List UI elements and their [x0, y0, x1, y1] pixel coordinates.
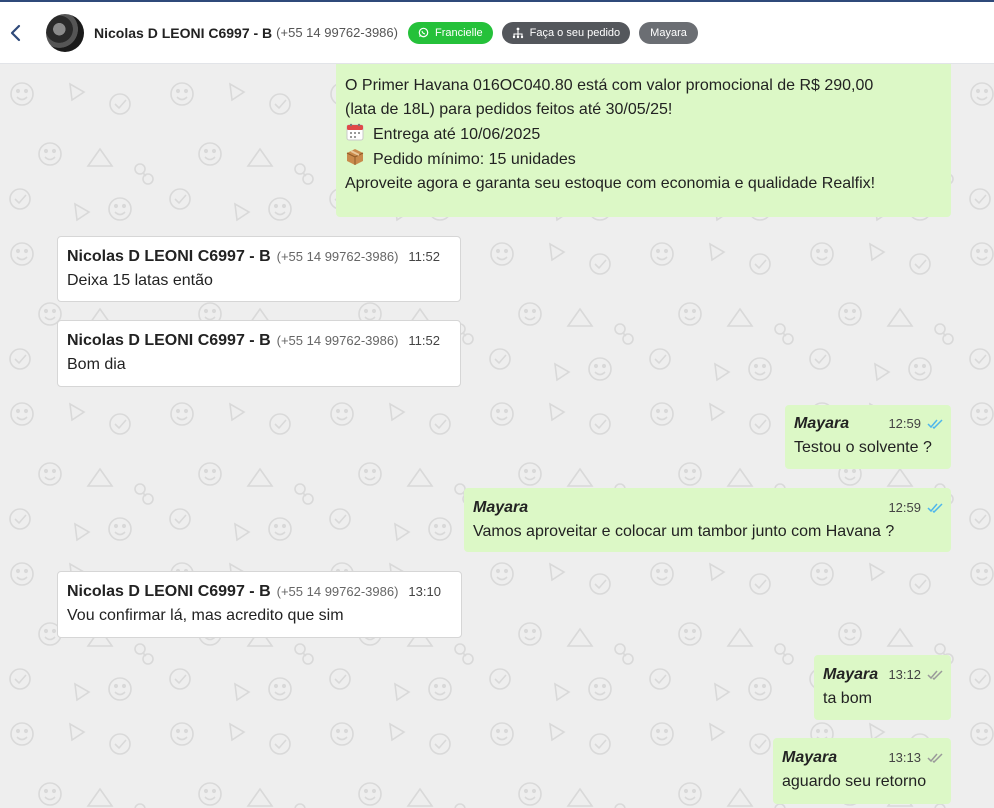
agent-tag[interactable]: Mayara [639, 21, 698, 44]
calendar-icon [346, 123, 364, 141]
message-time: 13:10 [408, 584, 441, 599]
sender-phone: (+55 14 99762-3986) [276, 333, 399, 348]
sender-name: Mayara [473, 499, 529, 516]
incoming-message[interactable]: Nicolas D LEONI C6997 - B (+55 14 99762-… [57, 571, 462, 638]
whatsapp-channel-tag[interactable]: Francielle [407, 21, 493, 44]
sender-phone: (+55 14 99762-3986) [276, 584, 399, 599]
sender-name: Mayara [794, 415, 850, 432]
message-text: aguardo seu retorno [782, 773, 927, 790]
message-header: Mayara 12:59 [473, 496, 943, 520]
promo-line-3: Entrega até 10/06/2025 [345, 122, 943, 147]
message-text: ta bom [823, 690, 872, 707]
chevron-left-icon [10, 24, 21, 41]
message-header: Mayara 13:12 [823, 663, 943, 687]
network-icon [512, 27, 523, 38]
message-header: Nicolas D LEONI C6997 - B (+55 14 99762-… [67, 580, 452, 604]
agent-tag-label: Mayara [650, 26, 687, 39]
order-tag-label: Faça o seu pedido [529, 26, 621, 39]
outgoing-message[interactable]: Mayara 13:13 aguardo seu retorno [773, 738, 951, 804]
message-text: Bom dia [67, 356, 126, 373]
double-check-gray-icon [927, 670, 943, 680]
message-time: 13:12 [888, 667, 921, 682]
promo-message[interactable]: O Primer Havana 016OC040.80 está com val… [336, 64, 951, 217]
contact-phone: (+55 14 99762-3986) [276, 25, 398, 40]
sender-name: Nicolas D LEONI C6997 - B [67, 332, 271, 349]
double-check-blue-icon [927, 419, 943, 429]
contact-name: Nicolas D LEONI C6997 - B [94, 24, 273, 41]
promo-line-2: (lata de 18L) para pedidos feitos até 30… [345, 101, 673, 118]
message-time: 12:59 [888, 500, 921, 515]
outgoing-message[interactable]: Mayara 12:59 Testou o solvente ? [785, 405, 951, 469]
message-time: 12:59 [888, 416, 921, 431]
sender-name: Nicolas D LEONI C6997 - B [67, 583, 271, 600]
message-header: Nicolas D LEONI C6997 - B (+55 14 99762-… [67, 245, 451, 269]
message-time: 11:52 [408, 249, 440, 264]
message-header: Mayara 12:59 [794, 412, 943, 436]
promo-line-4: Pedido mínimo: 15 unidades [345, 147, 943, 172]
double-check-blue-icon [927, 503, 943, 513]
message-header: Mayara 13:13 [782, 746, 943, 770]
whatsapp-icon [418, 27, 429, 38]
double-check-gray-icon [927, 753, 943, 763]
message-text: Testou o solvente ? [794, 439, 932, 456]
promo-line-1: O Primer Havana 016OC040.80 está com val… [345, 77, 874, 94]
chat-header: Nicolas D LEONI C6997 - B (+55 14 99762-… [0, 0, 994, 64]
message-time: 13:13 [888, 750, 921, 765]
promo-delivery-text: Entrega até 10/06/2025 [373, 126, 541, 143]
promo-minimum-text: Pedido mínimo: 15 unidades [373, 151, 576, 168]
whatsapp-tag-label: Francielle [434, 26, 483, 39]
message-header: Nicolas D LEONI C6997 - B (+55 14 99762-… [67, 329, 451, 353]
order-tag[interactable]: Faça o seu pedido [501, 21, 631, 44]
message-time: 11:52 [408, 333, 440, 348]
back-button[interactable] [0, 17, 32, 49]
incoming-message[interactable]: Nicolas D LEONI C6997 - B (+55 14 99762-… [57, 320, 461, 387]
message-text: Deixa 15 latas então [67, 272, 213, 289]
sender-phone: (+55 14 99762-3986) [276, 249, 399, 264]
sender-name: Mayara [823, 666, 879, 683]
promo-line-5: Aproveite agora e garanta seu estoque co… [345, 175, 876, 192]
chat-area[interactable]: O Primer Havana 016OC040.80 está com val… [0, 64, 994, 808]
sender-name: Mayara [782, 749, 838, 766]
outgoing-message[interactable]: Mayara 13:12 ta bom [814, 655, 951, 720]
package-icon [346, 149, 364, 165]
sender-name: Nicolas D LEONI C6997 - B [67, 248, 271, 265]
message-text: Vamos aproveitar e colocar um tambor jun… [473, 523, 895, 540]
message-text: Vou confirmar lá, mas acredito que sim [67, 607, 344, 624]
incoming-message[interactable]: Nicolas D LEONI C6997 - B (+55 14 99762-… [57, 236, 461, 302]
avatar[interactable] [46, 13, 84, 52]
outgoing-message[interactable]: Mayara 12:59 Vamos aproveitar e colocar … [464, 488, 951, 552]
